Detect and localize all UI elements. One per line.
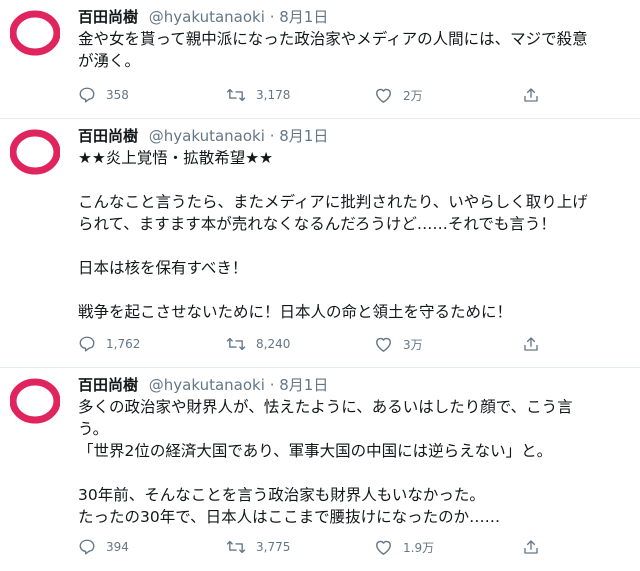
avatar-ring-icon bbox=[10, 129, 60, 175]
separator-dot: · bbox=[269, 127, 275, 145]
tweet[interactable]: 百田尚樹 @hyakutanaoki · 8月1日 多くの政治家や財界人が、怯え… bbox=[0, 368, 640, 571]
separator-dot: · bbox=[269, 376, 275, 394]
tweet-text: 多くの政治家や財界人が、怯えたように、あるいはしたり顔で、こう言 う。 「世界2… bbox=[78, 396, 630, 528]
retweet-button[interactable]: 3,775 bbox=[226, 538, 374, 556]
tweet-line: 日本は核を保有すべき！ bbox=[78, 259, 248, 277]
tweet-actions: 1,762 8,240 3万 bbox=[78, 335, 640, 353]
retweet-count: 8,240 bbox=[256, 337, 291, 351]
tweet-date[interactable]: 8月1日 bbox=[279, 127, 328, 145]
avatar-ring-icon bbox=[10, 10, 60, 56]
tweet-header: 百田尚樹 @hyakutanaoki · 8月1日 bbox=[78, 374, 630, 396]
tweet[interactable]: 百田尚樹 @hyakutanaoki · 8月1日 金や女を貰って親中派になった… bbox=[0, 0, 640, 119]
retweet-button[interactable]: 3,178 bbox=[226, 86, 374, 104]
reply-icon bbox=[79, 87, 95, 103]
like-count: 2万 bbox=[403, 88, 423, 103]
tweet-line: 金や女を貰って親中派になった政治家やメディアの人間には、マジで殺意 bbox=[78, 30, 588, 48]
like-icon bbox=[376, 88, 391, 103]
tweet-line: が湧く。 bbox=[78, 52, 141, 70]
tweet-header: 百田尚樹 @hyakutanaoki · 8月1日 bbox=[78, 6, 630, 28]
tweet-line: ★★炎上覚悟・拡散希望★★ bbox=[78, 149, 274, 167]
author-handle[interactable]: @hyakutanaoki bbox=[149, 8, 265, 26]
retweet-icon bbox=[226, 337, 246, 351]
tweet-line: られて、ますます本が売れなくなるんだろうけど……それでも言う！ bbox=[78, 215, 556, 233]
separator-dot: · bbox=[269, 8, 275, 26]
reply-button[interactable]: 394 bbox=[78, 538, 226, 556]
avatar[interactable] bbox=[10, 376, 60, 426]
like-icon bbox=[376, 337, 391, 352]
avatar[interactable] bbox=[10, 127, 60, 177]
tweet-date[interactable]: 8月1日 bbox=[279, 8, 328, 26]
tweet-date[interactable]: 8月1日 bbox=[279, 376, 328, 394]
reply-button[interactable]: 358 bbox=[78, 86, 226, 104]
tweet-line: う。 bbox=[78, 420, 109, 438]
tweet-line: 多くの政治家や財界人が、怯えたように、あるいはしたり顔で、こう言 bbox=[78, 398, 573, 416]
author-handle[interactable]: @hyakutanaoki bbox=[149, 127, 265, 145]
author-name[interactable]: 百田尚樹 bbox=[78, 376, 138, 394]
author-name[interactable]: 百田尚樹 bbox=[78, 127, 138, 145]
like-icon bbox=[376, 540, 391, 555]
like-count: 3万 bbox=[403, 337, 423, 352]
avatar-ring-icon bbox=[10, 378, 60, 424]
tweet-text: 金や女を貰って親中派になった政治家やメディアの人間には、マジで殺意 が湧く。 bbox=[78, 28, 630, 72]
author-name[interactable]: 百田尚樹 bbox=[78, 8, 138, 26]
tweet-feed: 百田尚樹 @hyakutanaoki · 8月1日 金や女を貰って親中派になった… bbox=[0, 0, 640, 571]
reply-icon bbox=[79, 336, 95, 352]
tweet[interactable]: 百田尚樹 @hyakutanaoki · 8月1日 ★★炎上覚悟・拡散希望★★ … bbox=[0, 119, 640, 368]
tweet-line: こんなこと言うたら、またメディアに批判されたり、いやらしく取り上げ bbox=[78, 193, 588, 211]
retweet-icon bbox=[226, 540, 246, 554]
reply-count: 358 bbox=[106, 88, 129, 102]
share-icon bbox=[524, 337, 538, 351]
tweet-line: 戦争を起こさせないために！日本人の命と領土を守るために！ bbox=[78, 303, 513, 321]
share-button[interactable] bbox=[522, 335, 550, 353]
tweet-header: 百田尚樹 @hyakutanaoki · 8月1日 bbox=[78, 125, 630, 147]
reply-count: 394 bbox=[106, 540, 129, 554]
tweet-line: 「世界2位の経済大国であり、軍事大国の中国には逆らえない」と。 bbox=[78, 442, 553, 460]
like-button[interactable]: 3万 bbox=[374, 335, 522, 353]
retweet-count: 3,178 bbox=[256, 88, 291, 102]
reply-icon bbox=[79, 539, 95, 555]
reply-button[interactable]: 1,762 bbox=[78, 335, 226, 353]
tweet-actions: 358 3,178 2万 bbox=[78, 86, 640, 104]
share-button[interactable] bbox=[522, 538, 550, 556]
reply-count: 1,762 bbox=[106, 337, 141, 351]
tweet-actions: 394 3,775 1.9万 bbox=[78, 538, 640, 556]
like-button[interactable]: 1.9万 bbox=[374, 538, 522, 556]
like-button[interactable]: 2万 bbox=[374, 86, 522, 104]
retweet-button[interactable]: 8,240 bbox=[226, 335, 374, 353]
tweet-text: ★★炎上覚悟・拡散希望★★ こんなこと言うたら、またメディアに批判されたり、いや… bbox=[78, 147, 630, 323]
author-handle[interactable]: @hyakutanaoki bbox=[149, 376, 265, 394]
like-count: 1.9万 bbox=[403, 540, 435, 555]
tweet-line: 30年前、そんなことを言う政治家も財界人もいなかった。 bbox=[78, 486, 485, 504]
share-button[interactable] bbox=[522, 86, 550, 104]
share-icon bbox=[524, 540, 538, 554]
avatar[interactable] bbox=[10, 8, 60, 58]
tweet-line: たったの30年で、日本人はここまで腰抜けになったのか…… bbox=[78, 508, 501, 526]
retweet-icon bbox=[226, 88, 246, 102]
share-icon bbox=[524, 88, 538, 102]
retweet-count: 3,775 bbox=[256, 540, 291, 554]
